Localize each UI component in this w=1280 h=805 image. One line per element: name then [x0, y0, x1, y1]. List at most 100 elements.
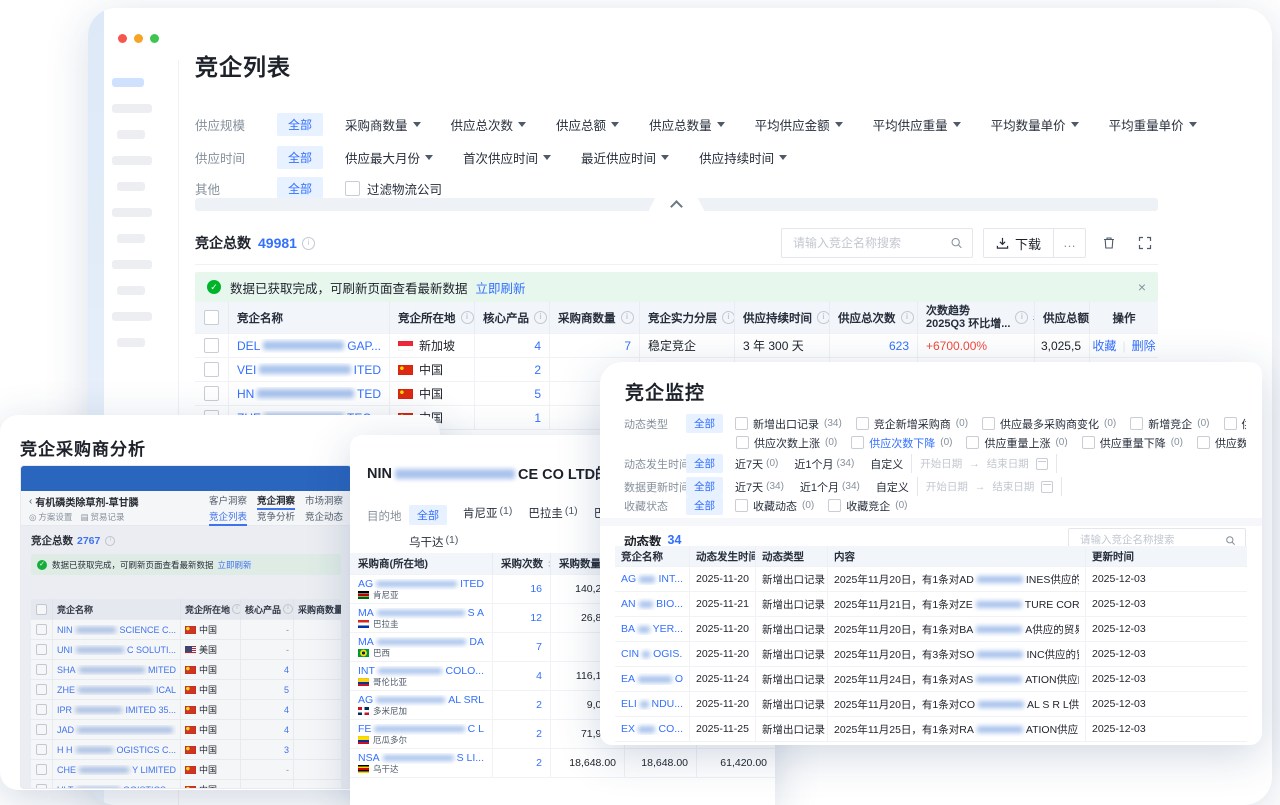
filter-dropdown[interactable]: 最近供应时间 — [581, 148, 669, 167]
filter-dropdown[interactable]: 平均供应重量 — [873, 115, 961, 134]
info-icon[interactable] — [302, 237, 315, 250]
window-close-button[interactable] — [118, 34, 127, 43]
filter-dropdown[interactable]: 供应持续时间 — [699, 148, 787, 167]
filter-dropdown[interactable]: 首次供应时间 — [463, 148, 551, 167]
company-link[interactable]: ANBIO... — [621, 598, 683, 610]
refresh-now-link[interactable]: 立即刷新 — [218, 559, 252, 571]
col-header-purchase-times[interactable]: 采购次数 — [493, 553, 551, 575]
delete-link[interactable]: 删除 — [1132, 337, 1156, 354]
select-all-checkbox[interactable] — [204, 310, 219, 325]
col-header-supply-duration[interactable]: 供应持续时间 — [735, 302, 830, 334]
quick-range-option[interactable]: 近7天(0) — [735, 456, 778, 472]
company-link[interactable]: AGITED — [358, 579, 484, 590]
company-link[interactable]: SHAMITED — [57, 665, 176, 675]
type-checkbox[interactable]: 供应最多采购商变化(0) — [982, 416, 1116, 432]
company-link[interactable]: CHEY LIMITED — [57, 765, 176, 775]
type-checkbox[interactable]: 供应金额上涨(0) — [1224, 416, 1247, 432]
company-link[interactable]: HNTED — [237, 387, 381, 401]
company-link[interactable]: MAS A — [358, 608, 484, 619]
buyer-count-link[interactable]: 7 — [624, 339, 631, 353]
destination-tab[interactable]: 巴拉圭(1) — [528, 505, 577, 525]
fullscreen-button[interactable] — [1132, 230, 1158, 256]
filter-dropdown[interactable]: 平均重量单价 — [1109, 115, 1197, 134]
refresh-now-link[interactable]: 立即刷新 — [476, 278, 526, 297]
info-icon[interactable] — [534, 311, 547, 324]
type-checkbox[interactable]: 供应次数下降(0) — [851, 435, 952, 451]
filter-all-tag[interactable]: 全部 — [686, 496, 723, 515]
row-checkbox[interactable] — [36, 724, 47, 735]
company-link[interactable]: ZHEICAL — [57, 685, 176, 695]
core-product-link[interactable]: 5 — [534, 387, 541, 401]
info-icon[interactable] — [722, 311, 735, 324]
subtab-competitor-list[interactable]: 竞企列表 — [209, 509, 247, 526]
company-link[interactable]: JAD — [57, 725, 176, 735]
select-all-checkbox[interactable] — [36, 604, 47, 615]
sidebar-item[interactable] — [112, 312, 152, 321]
type-checkbox[interactable]: 竞企新增采购商(0) — [856, 416, 968, 432]
custom-range-label[interactable]: 自定义 — [876, 479, 909, 495]
times-link[interactable]: 16 — [530, 583, 542, 595]
date-range-input[interactable]: 开始日期→结束日期 — [917, 477, 1063, 496]
destination-tab[interactable]: 肯尼亚(1) — [463, 505, 512, 525]
company-link[interactable]: ELINDU... — [621, 698, 683, 710]
subtab-competitor-dynamics[interactable]: 竞企动态 — [305, 509, 343, 526]
times-link[interactable]: 623 — [889, 339, 909, 353]
back-icon[interactable] — [29, 496, 32, 507]
type-checkbox[interactable]: 供应重量下降(0) — [1082, 435, 1183, 451]
company-link[interactable]: IPRIMITED 35... — [57, 705, 176, 715]
tab-competitor-insight[interactable]: 竞企洞察 — [257, 493, 295, 510]
filter-dropdown[interactable]: 供应总数量 — [649, 115, 725, 134]
sidebar-item[interactable] — [117, 234, 145, 243]
company-link[interactable]: UNIC SOLUTI... — [57, 645, 176, 655]
company-link[interactable]: H HOGISTICS C... — [57, 745, 176, 755]
company-link[interactable]: MADA — [358, 637, 484, 648]
row-checkbox[interactable] — [36, 684, 47, 695]
type-checkbox[interactable]: 供应重量上涨(0) — [966, 435, 1067, 451]
row-checkbox[interactable] — [36, 704, 47, 715]
favorite-link[interactable]: 收藏 — [1092, 337, 1116, 354]
row-checkbox[interactable] — [36, 744, 47, 755]
type-checkbox[interactable]: 供应次数上涨(0) — [736, 435, 837, 451]
sidebar-item[interactable] — [112, 208, 152, 217]
col-header-trend[interactable]: 次数趋势2025Q3 环比增... — [918, 302, 1035, 334]
times-link[interactable]: 12 — [530, 612, 542, 624]
company-link[interactable]: VEIITED — [237, 363, 381, 377]
filter-all-tag[interactable]: 全部 — [277, 177, 323, 200]
quick-range-option[interactable]: 近1个月(34) — [794, 456, 854, 472]
custom-range-label[interactable]: 自定义 — [870, 456, 903, 472]
core-product-link[interactable]: 2 — [534, 363, 541, 377]
filter-dropdown[interactable]: 采购商数量 — [345, 115, 421, 134]
company-link[interactable]: EAO — [621, 673, 683, 685]
company-search-input[interactable] — [791, 235, 950, 251]
times-link[interactable]: 2 — [536, 699, 542, 711]
info-icon[interactable] — [461, 311, 474, 324]
more-options-button[interactable] — [1053, 229, 1085, 257]
row-checkbox[interactable] — [36, 664, 47, 675]
favorite-competitor-checkbox[interactable]: 收藏竞企(0) — [828, 498, 907, 514]
company-link[interactable]: NINSCIENCE C... — [57, 625, 176, 635]
core-product-link[interactable]: 4 — [534, 339, 541, 353]
row-checkbox[interactable] — [204, 386, 219, 401]
monitor-search-input[interactable] — [1078, 533, 1225, 547]
quick-range-option[interactable]: 近7天(34) — [735, 479, 784, 495]
row-checkbox[interactable] — [36, 784, 47, 789]
subtab-competition-analysis[interactable]: 竞争分析 — [257, 509, 295, 526]
filter-dropdown[interactable]: 供应总次数 — [451, 115, 527, 134]
sidebar-item[interactable] — [117, 182, 145, 191]
window-minimize-button[interactable] — [134, 34, 143, 43]
filter-dropdown[interactable]: 供应最大月份 — [345, 148, 433, 167]
filter-dropdown[interactable]: 平均供应金额 — [755, 115, 843, 134]
type-checkbox[interactable]: 新增出口记录(34) — [735, 416, 842, 432]
search-icon[interactable] — [950, 236, 963, 250]
trade-records-button[interactable]: 贸易记录 — [80, 511, 124, 523]
filter-all-tag[interactable]: 全部 — [686, 414, 723, 433]
destination-all-tag[interactable]: 全部 — [409, 505, 447, 525]
times-link[interactable]: 7 — [536, 641, 542, 653]
window-zoom-button[interactable] — [150, 34, 159, 43]
filter-all-tag[interactable]: 全部 — [686, 454, 723, 473]
tab-market-insight[interactable]: 市场洞察 — [305, 493, 343, 510]
quick-range-option[interactable]: 近1个月(34) — [800, 479, 860, 495]
date-range-input[interactable]: 开始日期→结束日期 — [911, 454, 1057, 473]
filter-dropdown[interactable]: 平均数量单价 — [991, 115, 1079, 134]
times-link[interactable]: 2 — [536, 728, 542, 740]
